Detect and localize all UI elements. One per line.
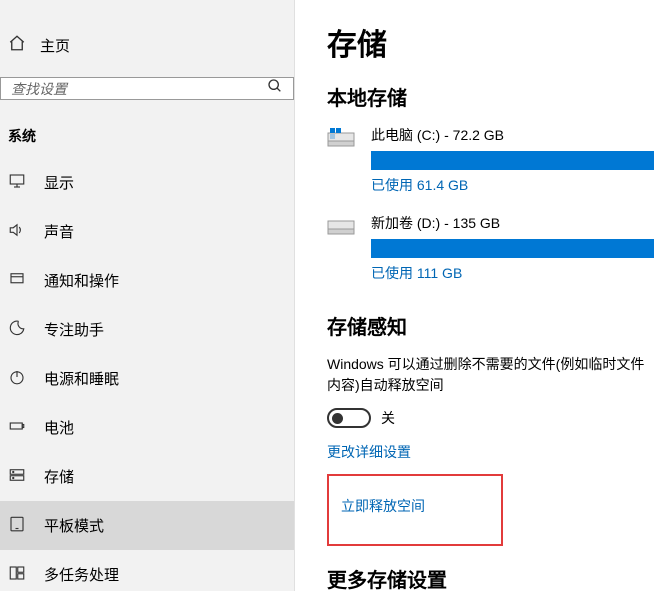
sidebar-item-label: 专注助手 [44, 319, 104, 340]
display-icon [8, 172, 26, 194]
sidebar-item-tablet[interactable]: 平板模式 [0, 501, 294, 550]
drive-name: 新加卷 (D:) - 135 GB [371, 213, 654, 233]
sidebar-item-label: 电池 [44, 417, 74, 438]
storage-sense-toggle[interactable] [327, 408, 371, 428]
sidebar-item-storage[interactable]: 存储 [0, 452, 294, 501]
sidebar-item-power[interactable]: 电源和睡眠 [0, 354, 294, 403]
focus-icon [8, 319, 26, 341]
sidebar-item-label: 平板模式 [44, 515, 104, 536]
search-icon [267, 78, 283, 99]
main-content: 存储 本地存储 此电脑 (C:) - 72.2 GB 已使用 61.4 GB 新… [295, 0, 654, 591]
sidebar-item-notifications[interactable]: 通知和操作 [0, 256, 294, 305]
drive-icon [327, 127, 357, 149]
sidebar-item-display[interactable]: 显示 [0, 158, 294, 207]
home-link[interactable]: 主页 [0, 30, 294, 77]
sidebar-item-label: 多任务处理 [44, 564, 119, 585]
drive-usage-bar [371, 151, 654, 170]
home-icon [8, 34, 26, 57]
sidebar-item-label: 通知和操作 [44, 270, 119, 291]
sidebar-item-label: 显示 [44, 172, 74, 193]
drive-used-text: 已使用 111 GB [371, 263, 654, 283]
battery-icon [8, 417, 26, 439]
notifications-icon [8, 270, 26, 292]
local-storage-title: 本地存储 [327, 82, 654, 111]
page-title: 存储 [327, 20, 654, 64]
drive-name: 此电脑 (C:) - 72.2 GB [371, 125, 654, 145]
power-icon [8, 368, 26, 390]
sidebar-item-multitask[interactable]: 多任务处理 [0, 550, 294, 599]
multitask-icon [8, 564, 26, 586]
drive-info: 此电脑 (C:) - 72.2 GB 已使用 61.4 GB [371, 125, 654, 195]
home-label: 主页 [40, 35, 70, 56]
sidebar-item-label: 声音 [44, 221, 74, 242]
drive-usage-bar [371, 239, 654, 258]
drive-info: 新加卷 (D:) - 135 GB 已使用 111 GB [371, 213, 654, 283]
more-storage-settings-title: 更多存储设置 [327, 564, 654, 591]
toggle-row: 关 [327, 408, 654, 428]
sidebar: 主页 系统 显示 声音 通知和操作 专注助手 电源和睡眠 [0, 0, 295, 591]
link-change-detailed-settings[interactable]: 更改详细设置 [327, 442, 654, 462]
drive-icon [327, 215, 357, 237]
sidebar-item-sound[interactable]: 声音 [0, 207, 294, 256]
drive-row-c[interactable]: 此电脑 (C:) - 72.2 GB 已使用 61.4 GB [327, 125, 654, 195]
sidebar-item-label: 存储 [44, 466, 74, 487]
toggle-knob [332, 413, 343, 424]
highlight-box: 立即释放空间 [327, 474, 503, 546]
toggle-label: 关 [381, 408, 395, 428]
drive-row-d[interactable]: 新加卷 (D:) - 135 GB 已使用 111 GB [327, 213, 654, 283]
tablet-icon [8, 515, 26, 537]
sidebar-item-focus[interactable]: 专注助手 [0, 305, 294, 354]
sidebar-item-battery[interactable]: 电池 [0, 403, 294, 452]
sidebar-item-label: 电源和睡眠 [44, 368, 119, 389]
drive-used-text: 已使用 61.4 GB [371, 175, 654, 195]
link-free-space-now[interactable]: 立即释放空间 [341, 496, 489, 516]
sound-icon [8, 221, 26, 243]
storage-sense-section: 存储感知 Windows 可以通过删除不需要的文件(例如临时文件内容)自动释放空… [327, 311, 654, 591]
storage-icon [8, 466, 26, 488]
search-input-container[interactable] [0, 77, 294, 100]
search-input[interactable] [11, 81, 267, 97]
storage-sense-description: Windows 可以通过删除不需要的文件(例如临时文件内容)自动释放空间 [327, 354, 654, 396]
section-title-system: 系统 [0, 118, 294, 158]
storage-sense-title: 存储感知 [327, 311, 654, 340]
nav-items: 显示 声音 通知和操作 专注助手 电源和睡眠 电池 存储 平板模式 [0, 158, 294, 599]
